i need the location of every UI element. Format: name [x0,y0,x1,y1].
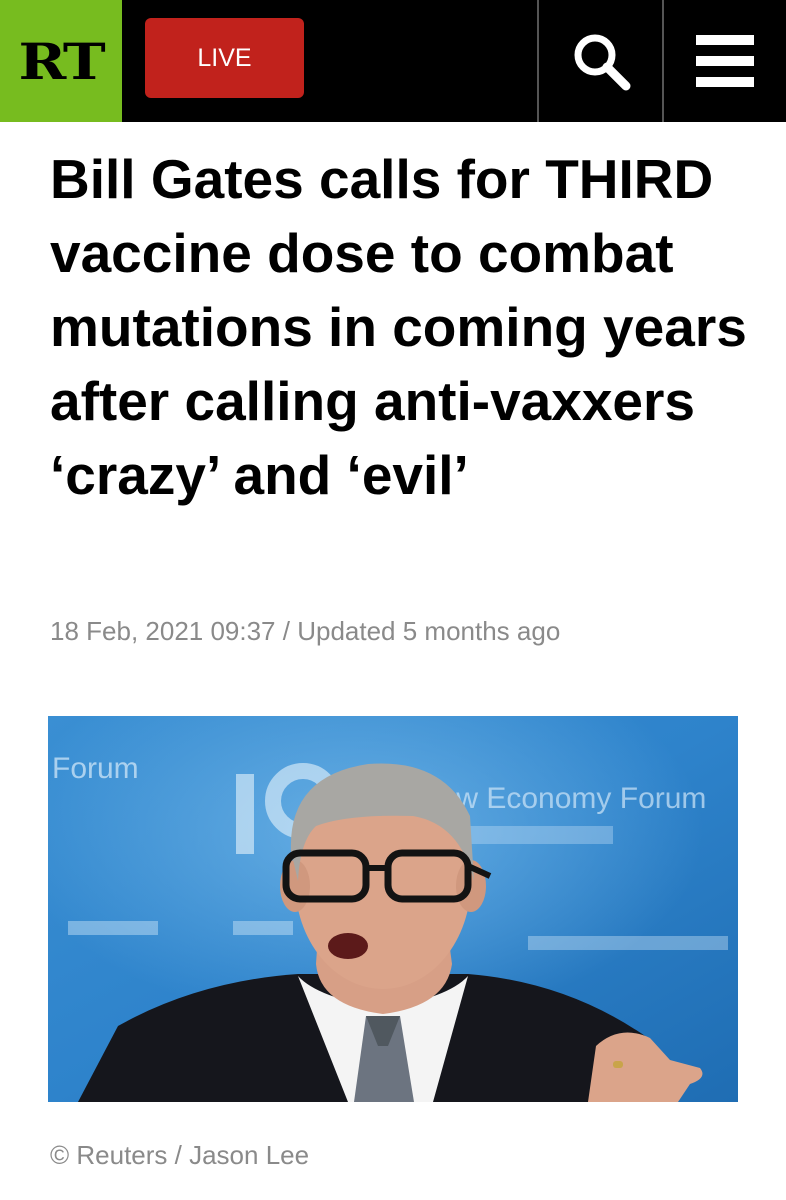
live-button[interactable]: LIVE [145,18,304,98]
image-credit: © Reuters / Jason Lee [50,1140,310,1170]
article-meta: 18 Feb, 2021 09:37 / Updated 5 months ag… [50,616,560,647]
photo-illustration: Forum New Economy Forum [48,716,738,1102]
meta-separator: / [275,616,298,646]
updated-time: Updated 5 months ago [297,616,561,646]
backdrop-text: Forum [52,752,139,785]
menu-icon [696,35,754,87]
logo-text: RT [18,31,106,91]
rt-logo[interactable]: RT [0,0,122,122]
publish-date: 18 Feb, 2021 09:37 [50,616,276,646]
article-photo[interactable]: Forum New Economy Forum [48,716,738,1102]
menu-button[interactable] [664,0,786,122]
search-button[interactable] [539,0,662,122]
site-header: RT LIVE [0,0,786,122]
search-icon [574,34,630,91]
article-headline: Bill Gates calls for THIRD vaccine dose … [50,148,747,506]
